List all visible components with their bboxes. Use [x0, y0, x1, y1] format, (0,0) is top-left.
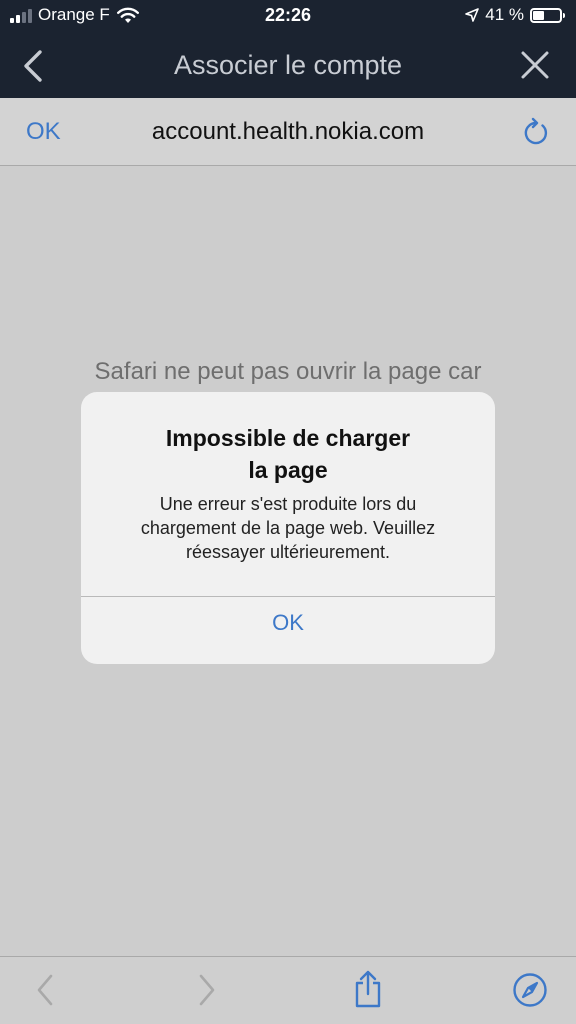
share-icon[interactable]	[352, 969, 384, 1009]
nav-bar: Associer le compte	[0, 32, 576, 98]
alert-message-line: Une erreur s'est produite lors du	[159, 494, 417, 514]
back-icon[interactable]	[30, 973, 62, 1007]
reload-icon[interactable]	[522, 116, 550, 148]
error-alert-dialog: Impossible de charger la page Une erreur…	[81, 392, 495, 664]
alert-message-line: chargement de la page web. Veuillez	[140, 518, 436, 538]
compass-icon[interactable]	[512, 972, 548, 1008]
alert-title: Impossible de charger la page	[111, 422, 465, 486]
location-arrow-icon	[465, 8, 480, 22]
forward-icon[interactable]	[190, 973, 222, 1007]
alert-ok-button[interactable]: OK	[81, 597, 495, 664]
url-bar: OK account.health.nokia.com	[0, 98, 576, 166]
status-bar: Orange F 22:26 41 %	[0, 0, 576, 32]
alert-message-line: réessayer ultérieurement.	[185, 542, 391, 562]
alert-title-line: la page	[248, 457, 328, 483]
alert-message: Une erreur s'est produite lors du charge…	[101, 492, 475, 564]
alert-title-line: Impossible de charger	[165, 425, 411, 451]
safari-error-text: Safari ne peut pas ouvrir la page car	[94, 358, 482, 385]
battery-fill	[533, 10, 544, 20]
close-icon[interactable]	[520, 50, 550, 80]
status-right: 41 %	[465, 5, 565, 25]
page-title: Associer le compte	[173, 50, 403, 80]
battery-icon	[530, 7, 565, 23]
battery-percent: 41 %	[485, 5, 524, 24]
bottom-toolbar	[0, 956, 576, 1024]
url-address[interactable]: account.health.nokia.com	[0, 118, 576, 146]
